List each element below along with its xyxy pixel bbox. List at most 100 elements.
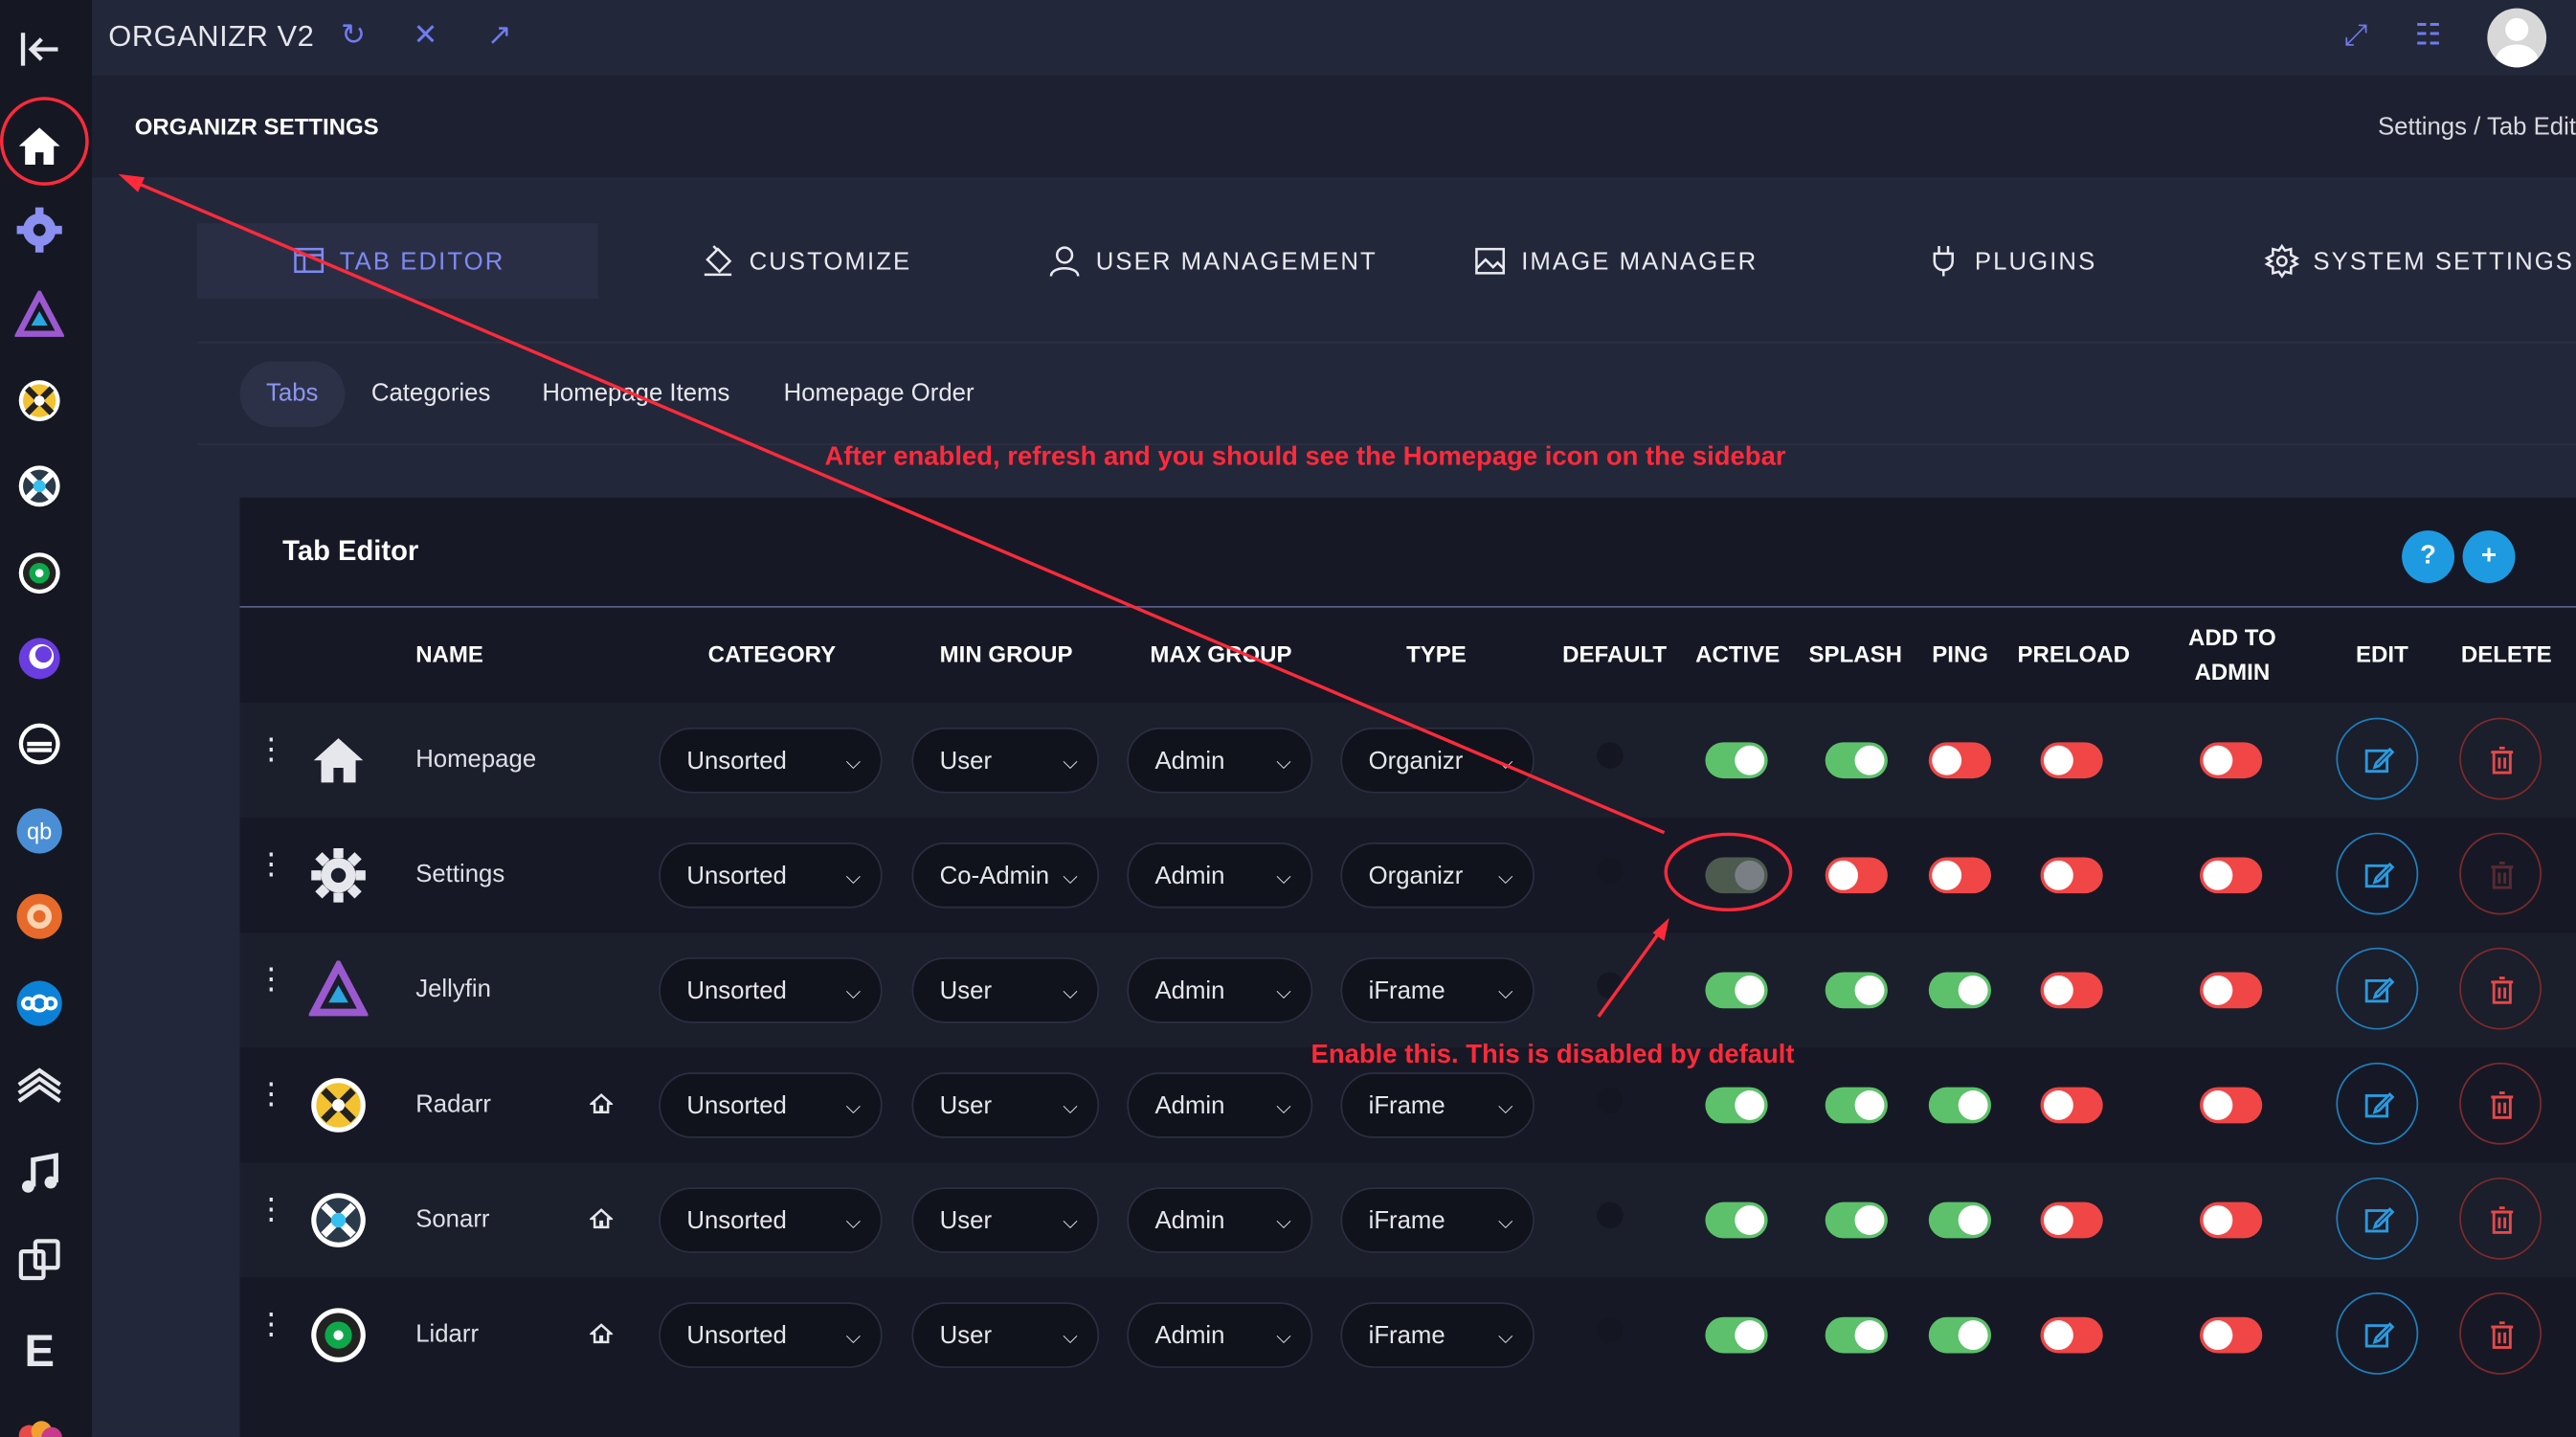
max-group-select[interactable]: Admin ⌵ <box>1127 842 1313 909</box>
default-radio[interactable] <box>1597 857 1624 884</box>
edit-button[interactable] <box>2336 947 2419 1030</box>
close-icon[interactable]: ✕ <box>409 18 441 51</box>
edit-button[interactable] <box>2336 1062 2419 1145</box>
ping-toggle[interactable] <box>1928 857 1992 894</box>
ping-toggle[interactable] <box>1928 1201 1992 1239</box>
type-select[interactable]: iFrame ⌵ <box>1340 957 1534 1023</box>
collapse-sidebar-icon[interactable] <box>13 23 66 76</box>
tab-image-manager[interactable]: IMAGE MANAGER <box>1472 223 1758 299</box>
ping-toggle[interactable] <box>1928 972 1992 1009</box>
max-group-select[interactable]: Admin ⌵ <box>1127 1187 1313 1253</box>
min-group-select[interactable]: Co-Admin ⌵ <box>911 842 1100 909</box>
active-toggle[interactable] <box>1705 1087 1768 1124</box>
ping-toggle[interactable] <box>1928 742 1992 779</box>
ping-toggle[interactable] <box>1928 1087 1992 1124</box>
max-group-select[interactable]: Admin ⌵ <box>1127 1302 1313 1368</box>
preload-toggle[interactable] <box>2040 1201 2103 1239</box>
avatar[interactable] <box>2487 8 2547 68</box>
delete-button[interactable] <box>2459 1292 2542 1375</box>
min-group-select[interactable]: User ⌵ <box>911 1072 1100 1138</box>
breadcrumb[interactable]: Settings / Tab Edit <box>2378 113 2576 141</box>
fullscreen-icon[interactable]: ⤢ <box>2340 18 2372 51</box>
min-group-select[interactable]: User ⌵ <box>911 1302 1100 1368</box>
splash-toggle[interactable] <box>1825 1201 1888 1239</box>
max-group-select[interactable]: Admin ⌵ <box>1127 1072 1313 1138</box>
sidebar-overseerr-icon[interactable] <box>13 632 66 685</box>
category-select[interactable]: Unsorted ⌵ <box>659 1302 883 1368</box>
delete-button[interactable] <box>2459 1177 2542 1260</box>
tab-tab-editor[interactable]: TAB EDITOR <box>196 223 598 300</box>
default-radio[interactable] <box>1597 1316 1624 1344</box>
max-group-select[interactable]: Admin ⌵ <box>1127 957 1313 1023</box>
splash-toggle[interactable] <box>1825 857 1888 894</box>
delete-button[interactable] <box>2459 947 2542 1030</box>
min-group-select[interactable]: User ⌵ <box>911 957 1100 1023</box>
type-select[interactable]: iFrame ⌵ <box>1340 1187 1534 1253</box>
refresh-icon[interactable]: ↻ <box>337 18 370 51</box>
min-group-select[interactable]: User ⌵ <box>911 727 1100 794</box>
sidebar-nextcloud-icon[interactable] <box>13 977 66 1030</box>
add-to-admin-toggle[interactable] <box>2199 857 2263 894</box>
add-tab-button[interactable]: + <box>2462 530 2516 583</box>
max-group-select[interactable]: Admin ⌵ <box>1127 727 1313 794</box>
add-to-admin-toggle[interactable] <box>2199 742 2263 779</box>
type-select[interactable]: Organizr ⌵ <box>1340 842 1534 909</box>
sidebar-layers-icon[interactable] <box>13 1063 66 1115</box>
subtab-tabs[interactable]: Tabs <box>239 361 345 428</box>
type-select[interactable]: Organizr ⌵ <box>1340 727 1534 794</box>
drag-handle-icon[interactable]: ⋮ <box>257 849 286 879</box>
preload-toggle[interactable] <box>2040 857 2103 894</box>
sidebar-plex-icon[interactable] <box>13 718 66 771</box>
default-radio[interactable] <box>1597 742 1624 769</box>
active-toggle[interactable] <box>1705 857 1768 894</box>
splash-toggle[interactable] <box>1825 972 1888 1009</box>
category-select[interactable]: Unsorted ⌵ <box>659 727 883 794</box>
preload-toggle[interactable] <box>2040 1087 2103 1124</box>
drag-handle-icon[interactable]: ⋮ <box>257 1079 286 1109</box>
add-to-admin-toggle[interactable] <box>2199 1087 2263 1124</box>
category-select[interactable]: Unsorted ⌵ <box>659 957 883 1023</box>
add-to-admin-toggle[interactable] <box>2199 1316 2263 1354</box>
subtab-homepage-items[interactable]: Homepage Items <box>542 361 729 427</box>
tab-system-settings[interactable]: SYSTEM SETTINGS <box>2264 223 2574 299</box>
drag-handle-icon[interactable]: ⋮ <box>257 1309 286 1338</box>
sidebar-copy-icon[interactable] <box>13 1233 66 1286</box>
drag-handle-icon[interactable]: ⋮ <box>257 964 286 994</box>
tab-customize[interactable]: CUSTOMIZE <box>700 223 911 299</box>
subtab-homepage-order[interactable]: Homepage Order <box>784 361 974 427</box>
category-select[interactable]: Unsorted ⌵ <box>659 1072 883 1138</box>
active-toggle[interactable] <box>1705 972 1768 1009</box>
default-radio[interactable] <box>1597 972 1624 999</box>
edit-button[interactable] <box>2336 1177 2419 1260</box>
splash-toggle[interactable] <box>1825 742 1888 779</box>
translate-icon[interactable]: ☷ <box>2411 18 2444 51</box>
sidebar-sonarr-icon[interactable] <box>13 460 66 512</box>
active-toggle[interactable] <box>1705 1316 1768 1354</box>
type-select[interactable]: iFrame ⌵ <box>1340 1302 1534 1368</box>
sidebar-e-icon[interactable]: E <box>13 1324 66 1377</box>
splash-toggle[interactable] <box>1825 1316 1888 1354</box>
sidebar-home-icon[interactable] <box>13 120 66 172</box>
edit-button[interactable] <box>2336 717 2419 800</box>
sidebar-qbittorrent-icon[interactable]: qb <box>13 805 66 858</box>
sidebar-jellyfin-icon[interactable] <box>13 289 66 342</box>
default-radio[interactable] <box>1597 1201 1624 1229</box>
type-select[interactable]: iFrame ⌵ <box>1340 1072 1534 1138</box>
subtab-categories[interactable]: Categories <box>371 361 491 427</box>
sidebar-music-icon[interactable] <box>13 1148 66 1201</box>
open-external-icon[interactable]: ↗ <box>483 18 516 51</box>
drag-handle-icon[interactable]: ⋮ <box>257 734 286 764</box>
min-group-select[interactable]: User ⌵ <box>911 1187 1100 1253</box>
sidebar-radarr-icon[interactable] <box>13 374 66 427</box>
sidebar-lidarr-icon[interactable] <box>13 547 66 599</box>
category-select[interactable]: Unsorted ⌵ <box>659 842 883 909</box>
preload-toggle[interactable] <box>2040 972 2103 1009</box>
default-radio[interactable] <box>1597 1087 1624 1114</box>
splash-toggle[interactable] <box>1825 1087 1888 1124</box>
help-button[interactable]: ? <box>2402 530 2455 583</box>
add-to-admin-toggle[interactable] <box>2199 972 2263 1009</box>
tab-plugins[interactable]: PLUGINS <box>1925 223 2096 299</box>
category-select[interactable]: Unsorted ⌵ <box>659 1187 883 1253</box>
preload-toggle[interactable] <box>2040 742 2103 779</box>
tab-user-management[interactable]: USER MANAGEMENT <box>1046 223 1378 299</box>
